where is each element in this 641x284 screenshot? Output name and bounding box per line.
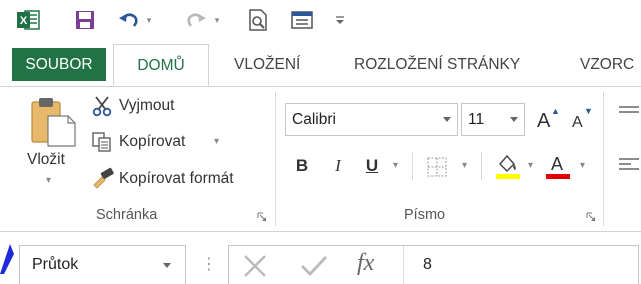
copy-button[interactable]: Kopírovat xyxy=(119,133,185,151)
paste-icon[interactable] xyxy=(28,96,80,150)
font-launcher-icon[interactable] xyxy=(586,209,596,222)
align-top-icon[interactable] xyxy=(617,104,641,124)
name-box[interactable]: Průtok xyxy=(19,245,186,284)
divider xyxy=(481,152,482,180)
form-icon[interactable] xyxy=(288,6,316,34)
divider xyxy=(403,246,404,284)
clipboard-group-label: Schránka xyxy=(96,207,158,223)
font-size-combo[interactable]: 11 xyxy=(461,103,525,136)
chevron-down-icon[interactable] xyxy=(443,117,451,122)
ribbon-tabs: SOUBOR DOMŮ VLOŽENÍ ROZLOŽENÍ STRÁNKY VZ… xyxy=(0,44,641,87)
grow-font-icon[interactable]: A ▲ xyxy=(535,106,560,134)
font-size-value: 11 xyxy=(468,111,485,128)
font-color-bar xyxy=(546,174,570,179)
format-painter-button[interactable]: Kopírovat formát xyxy=(119,170,234,188)
font-name-combo[interactable]: Calibri xyxy=(285,103,458,136)
underline-dropdown-icon[interactable]: ▾ xyxy=(393,160,398,171)
font-color-icon[interactable]: A xyxy=(544,152,572,182)
redo-icon[interactable] xyxy=(182,6,210,34)
tab-home[interactable]: DOMŮ xyxy=(113,44,209,87)
arrow-icon xyxy=(0,240,14,274)
tab-formulas[interactable]: VZORC xyxy=(580,44,634,86)
print-preview-icon[interactable] xyxy=(244,6,272,34)
borders-icon[interactable] xyxy=(426,156,448,178)
fill-color-icon[interactable] xyxy=(494,152,522,182)
svg-text:X: X xyxy=(20,15,28,27)
formula-bar-grip-icon[interactable]: ⋮ xyxy=(201,255,217,275)
chevron-down-icon[interactable] xyxy=(510,117,518,122)
chevron-down-icon[interactable] xyxy=(163,263,171,268)
paste-dropdown-icon[interactable]: ▾ xyxy=(46,175,51,186)
redo-dropdown-icon[interactable]: ▾ xyxy=(211,6,223,34)
copy-dropdown-icon[interactable]: ▾ xyxy=(214,136,219,147)
undo-dropdown-icon[interactable]: ▾ xyxy=(143,6,155,34)
grow-font-letter: A xyxy=(537,110,551,132)
undo-icon[interactable] xyxy=(115,6,143,34)
shrink-font-icon[interactable]: A ▼ xyxy=(570,106,594,134)
quick-access-toolbar: X ▾ ▾ xyxy=(0,0,641,40)
excel-icon: X xyxy=(14,6,42,34)
tab-page-layout[interactable]: ROZLOŽENÍ STRÁNKY xyxy=(354,44,520,86)
copy-icon xyxy=(91,131,113,153)
tab-file[interactable]: SOUBOR xyxy=(12,48,106,81)
divider xyxy=(412,152,413,180)
name-box-value: Průtok xyxy=(32,256,79,273)
italic-button[interactable]: I xyxy=(327,152,349,180)
fill-color-dropdown-icon[interactable]: ▾ xyxy=(528,160,533,171)
save-icon[interactable] xyxy=(71,6,99,34)
clipboard-launcher-icon[interactable] xyxy=(257,209,267,222)
scissors-icon xyxy=(91,95,113,117)
insert-function-button[interactable]: fx xyxy=(357,250,391,280)
group-divider xyxy=(603,92,604,226)
font-name-value: Calibri xyxy=(292,111,336,128)
cut-button[interactable]: Vyjmout xyxy=(119,97,174,115)
customize-qat-icon[interactable] xyxy=(332,6,348,34)
format-painter-icon xyxy=(91,167,115,189)
formula-input[interactable]: fx 8 xyxy=(228,245,639,284)
tab-insert[interactable]: VLOŽENÍ xyxy=(234,44,300,86)
paste-label[interactable]: Vložit xyxy=(27,151,65,169)
formula-value: 8 xyxy=(423,256,432,273)
group-divider xyxy=(275,92,276,226)
highlight-color-bar xyxy=(496,174,520,179)
font-color-dropdown-icon[interactable]: ▾ xyxy=(580,160,585,171)
shrink-font-letter: A xyxy=(572,114,583,131)
align-left-icon[interactable] xyxy=(617,156,641,176)
underline-button[interactable]: U xyxy=(361,152,383,180)
cancel-icon[interactable] xyxy=(241,254,269,278)
font-group-label: Písmo xyxy=(404,207,446,223)
borders-dropdown-icon[interactable]: ▾ xyxy=(462,160,467,171)
check-icon[interactable] xyxy=(299,254,329,278)
bold-button[interactable]: B xyxy=(291,152,313,180)
